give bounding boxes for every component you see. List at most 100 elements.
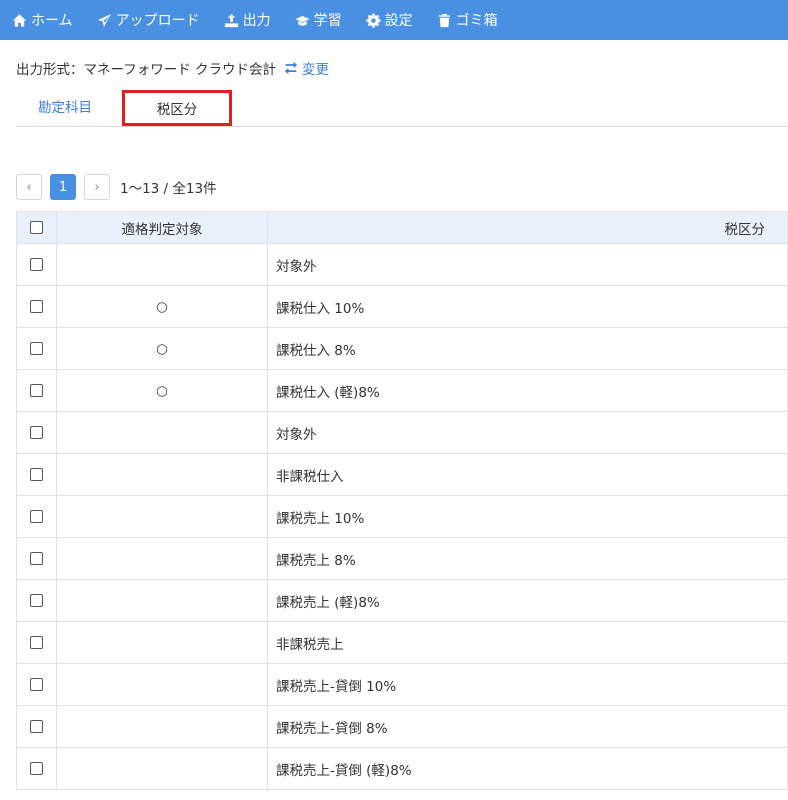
table-header-row: 適格判定対象 税区分 (16, 211, 788, 244)
row-check-cell (16, 495, 57, 538)
tax-category-cell: 課税仕入 (軽)8% (267, 369, 788, 412)
nav-output[interactable]: 出力 (224, 10, 271, 30)
output-icon (224, 13, 238, 27)
page-1-button[interactable]: 1 (50, 174, 76, 200)
tax-category-cell: 非課税仕入 (267, 453, 788, 496)
nav-home-label: ホーム (31, 13, 73, 29)
eligibility-cell (56, 243, 268, 286)
eligibility-cell (56, 663, 268, 706)
eligibility-header[interactable]: 適格判定対象 (56, 211, 268, 244)
change-format-label: 変更 (301, 62, 329, 78)
eligibility-cell: ○ (56, 327, 268, 370)
row-checkbox[interactable] (30, 510, 43, 523)
pagination-info: 1〜13 / 全13件 (120, 181, 217, 197)
eligibility-cell (56, 579, 268, 622)
eligibility-cell (56, 621, 268, 664)
prev-page-button[interactable]: ‹ (16, 174, 42, 200)
swap-arrows-icon (284, 61, 298, 75)
nav-learning[interactable]: 学習 (295, 10, 342, 30)
row-checkbox[interactable] (30, 720, 43, 733)
tax-category-table: 適格判定対象 税区分 対象外 ○ 課税仕入 10% ○ 課税仕入 8% ○ 課税… (16, 211, 788, 790)
select-all-cell (16, 211, 57, 244)
table-row[interactable]: 課税売上-貸倒 (軽)8% (16, 747, 788, 790)
nav-settings-label: 設定 (384, 13, 413, 29)
nav-learning-label: 学習 (313, 13, 342, 29)
send-icon (97, 13, 111, 27)
row-check-cell (16, 705, 57, 748)
nav-output-label: 出力 (242, 13, 271, 29)
gear-icon (365, 12, 381, 28)
row-checkbox[interactable] (30, 552, 43, 565)
pagination: ‹ 1 › 1〜13 / 全13件 (16, 174, 217, 200)
tax-category-header[interactable]: 税区分 (267, 211, 788, 244)
eligibility-cell: ○ (56, 369, 268, 412)
tab-bar: 勘定科目 税区分 (16, 90, 788, 127)
row-checkbox[interactable] (30, 678, 43, 691)
table-row[interactable]: 課税売上-貸倒 10% (16, 663, 788, 706)
row-checkbox[interactable] (30, 468, 43, 481)
tax-category-cell: 課税仕入 8% (267, 327, 788, 370)
table-row[interactable]: 課税売上 10% (16, 495, 788, 538)
eligibility-cell (56, 495, 268, 538)
table-row[interactable]: 対象外 (16, 243, 788, 286)
nav-trash[interactable]: ゴミ箱 (437, 10, 498, 30)
row-check-cell (16, 663, 57, 706)
eligibility-cell (56, 747, 268, 790)
nav-upload[interactable]: アップロード (97, 10, 200, 30)
table-row[interactable]: 対象外 (16, 411, 788, 454)
row-check-cell (16, 579, 57, 622)
tax-category-cell: 課税売上-貸倒 (軽)8% (267, 747, 788, 790)
row-checkbox[interactable] (30, 426, 43, 439)
row-checkbox[interactable] (30, 300, 43, 313)
eligibility-cell: ○ (56, 285, 268, 328)
table-row[interactable]: 課税売上 8% (16, 537, 788, 580)
row-checkbox[interactable] (30, 636, 43, 649)
tax-category-cell: 課税売上 10% (267, 495, 788, 538)
tax-category-cell: 課税仕入 10% (267, 285, 788, 328)
change-format-link[interactable]: 変更 (284, 58, 329, 78)
nav-home[interactable]: ホーム (12, 10, 73, 30)
table-row[interactable]: ○ 課税仕入 8% (16, 327, 788, 370)
row-check-cell (16, 747, 57, 790)
eligibility-cell (56, 705, 268, 748)
row-check-cell (16, 621, 57, 664)
trash-icon (438, 13, 450, 27)
table-row[interactable]: ○ 課税仕入 10% (16, 285, 788, 328)
row-check-cell (16, 285, 57, 328)
tax-category-cell: 課税売上 (軽)8% (267, 579, 788, 622)
graduation-cap-icon (295, 15, 310, 26)
row-checkbox[interactable] (30, 342, 43, 355)
row-check-cell (16, 411, 57, 454)
row-checkbox[interactable] (30, 384, 43, 397)
eligibility-cell (56, 453, 268, 496)
select-all-checkbox[interactable] (30, 221, 43, 234)
tax-category-cell: 課税売上 8% (267, 537, 788, 580)
table-row[interactable]: 課税売上 (軽)8% (16, 579, 788, 622)
row-check-cell (16, 453, 57, 496)
home-icon (12, 13, 27, 27)
tab-tax-category[interactable]: 税区分 (122, 90, 232, 126)
table-row[interactable]: 課税売上-貸倒 8% (16, 705, 788, 748)
next-page-button[interactable]: › (84, 174, 110, 200)
eligibility-cell (56, 411, 268, 454)
tax-category-cell: 課税売上-貸倒 10% (267, 663, 788, 706)
nav-settings[interactable]: 設定 (365, 10, 413, 30)
tax-category-cell: 対象外 (267, 411, 788, 454)
row-checkbox[interactable] (30, 258, 43, 271)
row-checkbox[interactable] (30, 594, 43, 607)
nav-trash-label: ゴミ箱 (455, 13, 498, 29)
row-check-cell (16, 537, 57, 580)
row-check-cell (16, 369, 57, 412)
tab-accounts[interactable]: 勘定科目 (38, 90, 92, 126)
output-format-label: 出力形式：マネーフォワード クラウド会計 (16, 62, 276, 78)
row-check-cell (16, 327, 57, 370)
tax-category-cell: 課税売上-貸倒 8% (267, 705, 788, 748)
row-checkbox[interactable] (30, 762, 43, 775)
row-check-cell (16, 243, 57, 286)
nav-upload-label: アップロード (115, 13, 200, 29)
eligibility-cell (56, 537, 268, 580)
table-row[interactable]: 非課税売上 (16, 621, 788, 664)
output-format-line: 出力形式：マネーフォワード クラウド会計 変更 (16, 58, 329, 78)
table-row[interactable]: ○ 課税仕入 (軽)8% (16, 369, 788, 412)
table-row[interactable]: 非課税仕入 (16, 453, 788, 496)
